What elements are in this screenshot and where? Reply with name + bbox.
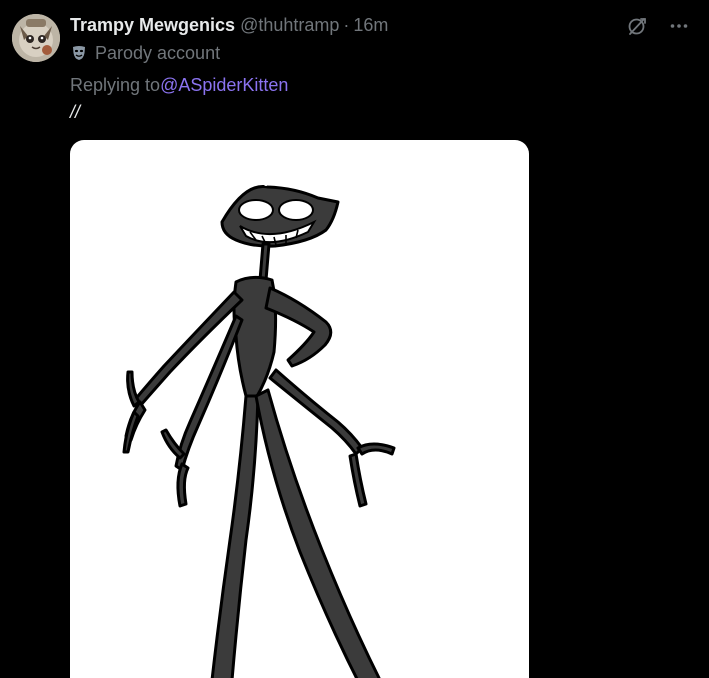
tweet-content: Trampy Mewgenics @thuhtramp · 16m Parody… — [70, 12, 697, 124]
replying-to: Replying to @ASpiderKitten — [70, 72, 697, 98]
tweet[interactable]: Trampy Mewgenics @thuhtramp · 16m Parody… — [0, 0, 709, 678]
separator-dot: · — [343, 14, 350, 35]
tweet-media[interactable] — [70, 140, 529, 678]
avatar[interactable] — [12, 14, 60, 62]
timestamp[interactable]: 16m — [353, 15, 388, 36]
author-handle[interactable]: @thuhtramp — [240, 15, 339, 36]
avatar-image — [12, 14, 60, 62]
tweet-text: // — [70, 101, 81, 122]
tweet-header: Trampy Mewgenics @thuhtramp · 16m — [70, 12, 697, 38]
reply-mention-link[interactable]: @ASpiderKitten — [160, 75, 288, 96]
parody-label: Parody account — [70, 40, 697, 66]
media-drawing — [122, 182, 396, 678]
grok-icon[interactable] — [627, 16, 647, 36]
author-name[interactable]: Trampy Mewgenics — [70, 15, 235, 36]
more-options-icon[interactable] — [669, 16, 689, 36]
tweet-actions-top — [627, 16, 689, 36]
theater-mask-icon — [70, 44, 88, 62]
parody-label-text: Parody account — [95, 42, 221, 63]
replying-to-prefix: Replying to — [70, 74, 161, 95]
